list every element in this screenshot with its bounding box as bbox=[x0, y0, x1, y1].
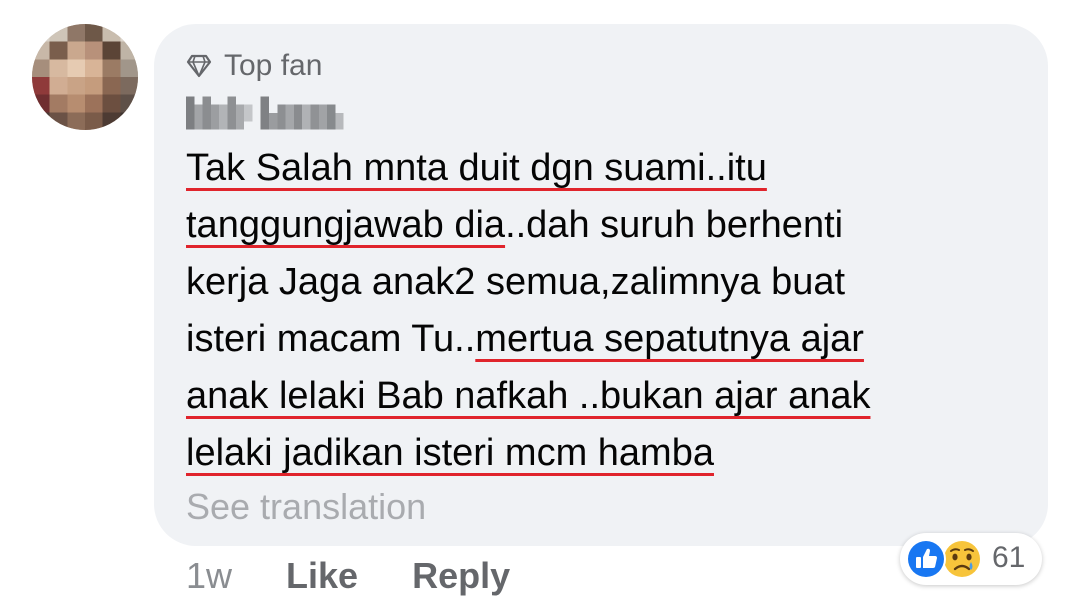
blurred-name-image bbox=[186, 96, 352, 130]
comment-line: kerja Jaga anak2 semua,zalimnya buat bbox=[186, 254, 1026, 311]
diamond-icon bbox=[186, 54, 212, 78]
underlined-text-segment: tanggungjawab dia bbox=[186, 204, 506, 246]
underlined-text-segment: lelaki jadikan isteri mcm hamba bbox=[186, 432, 714, 474]
comment-text: Tak Salah mnta duit dgn suami..itu tanggu… bbox=[186, 140, 1026, 482]
author-name[interactable] bbox=[186, 94, 352, 132]
text-segment: isteri macam Tu.. bbox=[186, 318, 476, 360]
timestamp[interactable]: 1w bbox=[186, 555, 232, 597]
top-fan-badge[interactable]: Top fan bbox=[186, 44, 322, 88]
comment-line: tanggungjawab dia..dah suruh berhenti bbox=[186, 197, 1026, 254]
reactions-summary[interactable]: 61 bbox=[900, 533, 1042, 585]
like-button[interactable]: Like bbox=[286, 555, 358, 597]
text-segment: ..dah suruh berhenti bbox=[505, 204, 844, 246]
avatar-image bbox=[32, 24, 138, 130]
reply-button[interactable]: Reply bbox=[412, 555, 510, 597]
avatar[interactable] bbox=[32, 24, 138, 130]
text-segment: kerja Jaga anak2 semua,zalimnya buat bbox=[186, 261, 846, 303]
reaction-count: 61 bbox=[992, 541, 1026, 574]
badge-label: Top fan bbox=[224, 49, 323, 82]
comment-line: Tak Salah mnta duit dgn suami..itu bbox=[186, 140, 1026, 197]
underlined-text-segment: mertua sepatutnya ajar bbox=[475, 318, 864, 360]
like-icon bbox=[906, 539, 946, 579]
comment-actions: 1w Like Reply bbox=[186, 552, 510, 600]
see-translation-link[interactable]: See translation bbox=[186, 486, 426, 528]
comment-line: anak lelaki Bab nafkah ..bukan ajar anak bbox=[186, 368, 1026, 425]
underlined-text-segment: Tak Salah mnta duit dgn suami..itu bbox=[186, 147, 767, 189]
underlined-text-segment: anak lelaki Bab nafkah ..bukan ajar anak bbox=[186, 375, 871, 417]
comment-line: lelaki jadikan isteri mcm hamba bbox=[186, 425, 1026, 482]
comment-line: isteri macam Tu..mertua sepatutnya ajar bbox=[186, 311, 1026, 368]
